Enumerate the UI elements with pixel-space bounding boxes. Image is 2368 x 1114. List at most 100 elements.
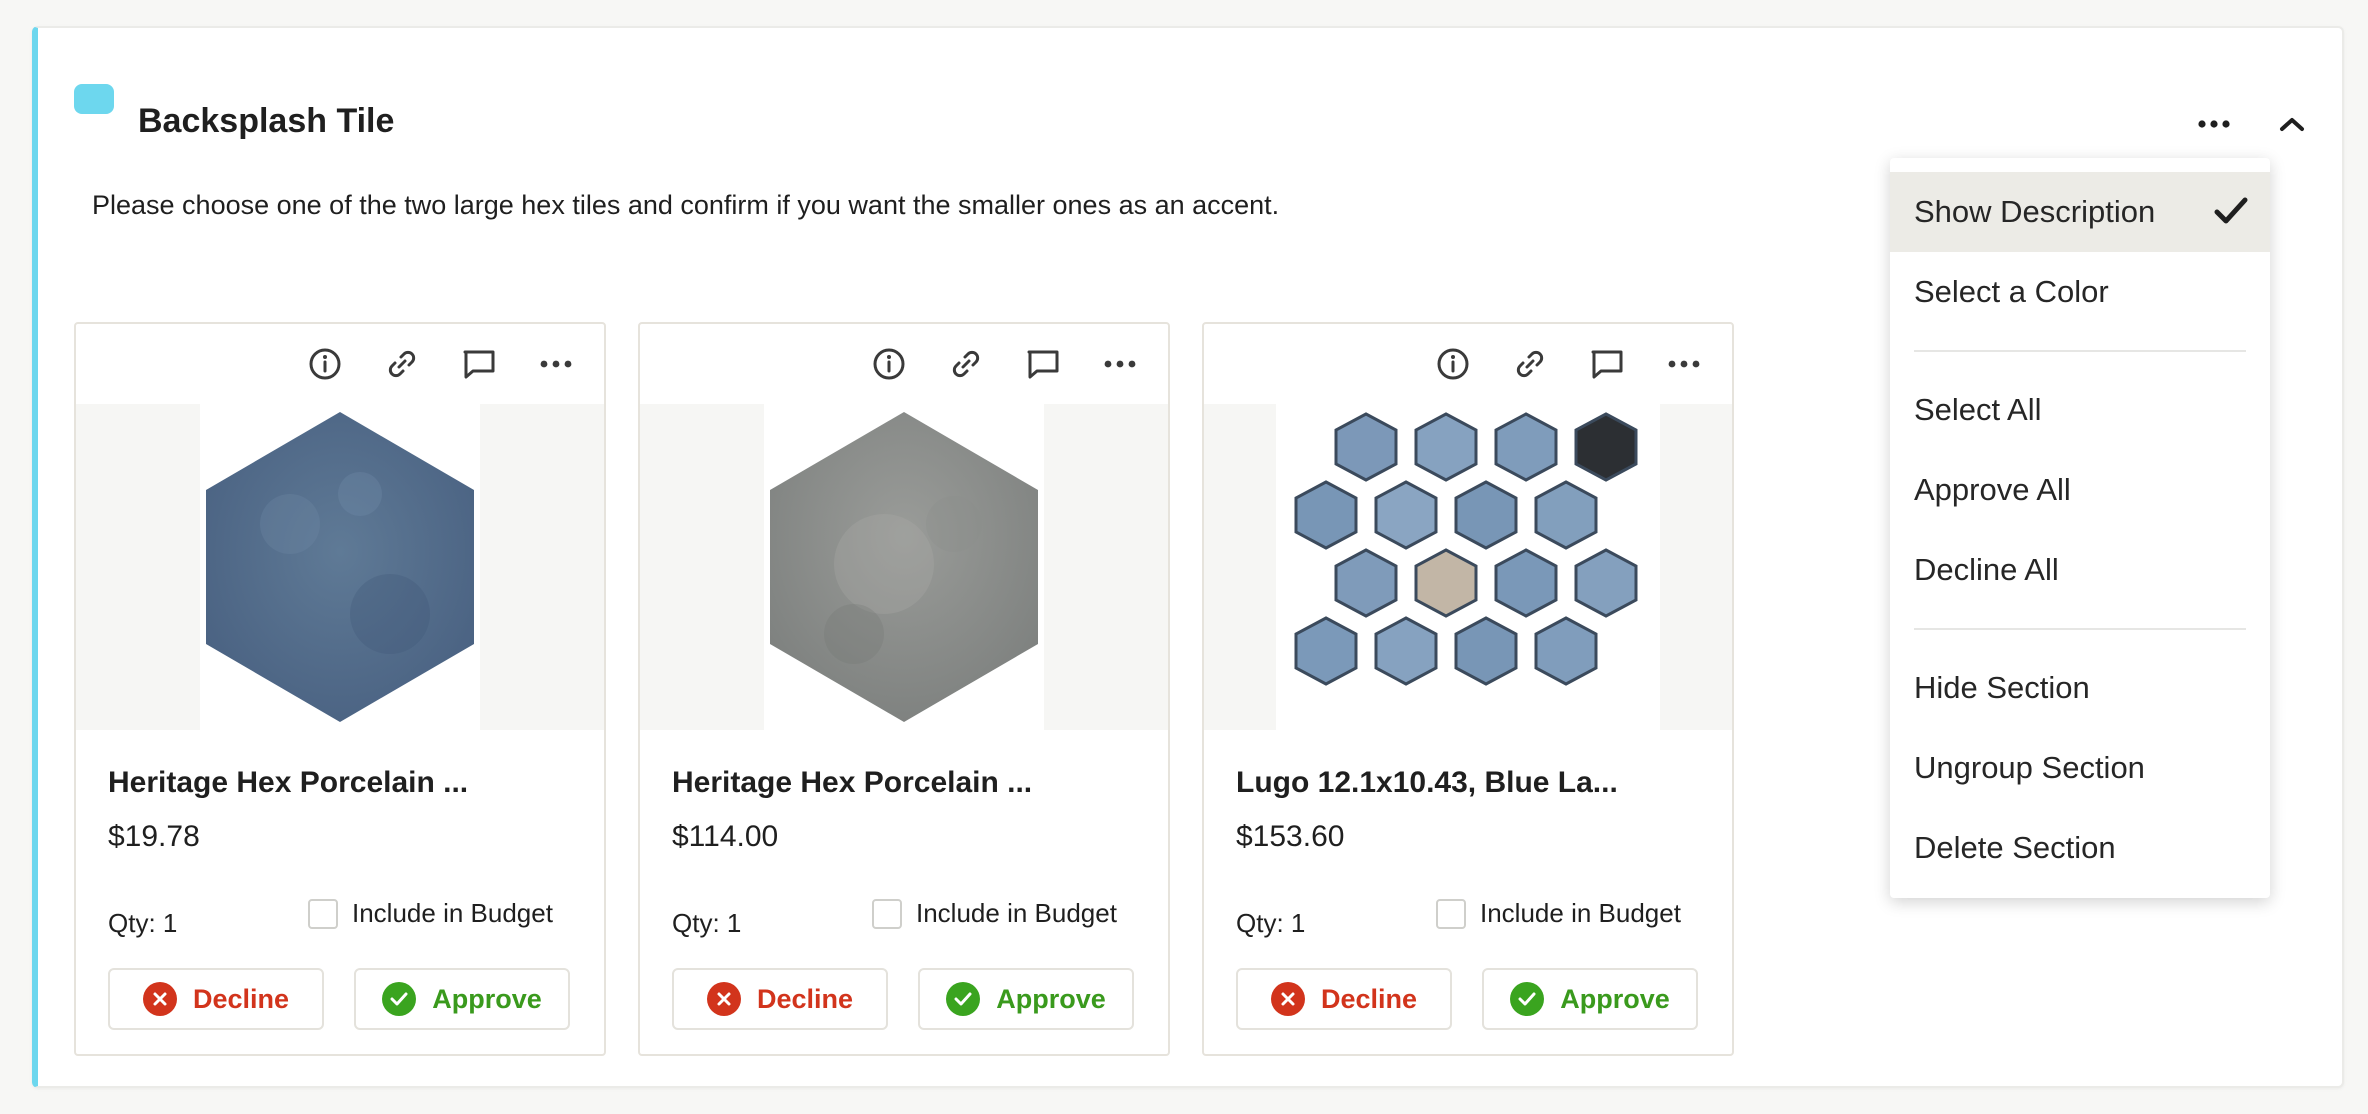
comment-icon xyxy=(1027,350,1058,379)
include-in-budget-label: Include in Budget xyxy=(916,898,1117,928)
approve-check-icon xyxy=(382,982,417,1016)
more-horizontal-icon xyxy=(1104,360,1135,368)
decline-label: Decline xyxy=(1320,983,1418,1014)
section-more-button[interactable] xyxy=(2182,96,2246,152)
menu-item-label: Select All xyxy=(1914,392,2042,427)
comment-icon xyxy=(463,350,494,379)
approve-label: Approve xyxy=(1560,983,1670,1014)
link-button[interactable] xyxy=(927,332,1004,396)
product-price: $153.60 xyxy=(1236,820,1345,853)
include-in-budget-checkbox[interactable] xyxy=(872,898,902,929)
include-in-budget-checkbox[interactable] xyxy=(308,898,338,929)
link-icon xyxy=(1516,350,1543,378)
link-button[interactable] xyxy=(363,332,440,396)
product-image xyxy=(764,404,1044,730)
decline-button[interactable]: Decline xyxy=(108,968,324,1030)
menu-item-approve-all[interactable]: Approve All xyxy=(1890,450,2270,530)
product-name[interactable]: Lugo 12.1x10.43, Blue La... xyxy=(1236,766,1618,800)
info-icon xyxy=(1437,348,1468,380)
card-toolbar xyxy=(286,324,604,404)
link-icon xyxy=(952,350,979,378)
product-name[interactable]: Heritage Hex Porcelain ... xyxy=(672,766,1032,800)
menu-item-label: Show Description xyxy=(1914,194,2156,229)
product-qty: Qty: 1 xyxy=(1236,908,1306,938)
info-icon xyxy=(309,348,340,380)
approve-label: Approve xyxy=(432,983,542,1014)
blue-hex-mosaic-tile xyxy=(1294,412,1638,686)
more-horizontal-icon xyxy=(1668,360,1699,368)
product-name[interactable]: Heritage Hex Porcelain ... xyxy=(108,766,468,800)
section-color-swatch[interactable] xyxy=(74,84,114,114)
product-image-area[interactable] xyxy=(1204,404,1732,730)
product-image-area[interactable] xyxy=(76,404,604,730)
card-more-button[interactable] xyxy=(1081,332,1158,396)
menu-item-delete-section[interactable]: Delete Section xyxy=(1890,808,2270,888)
chevron-up-icon xyxy=(2280,118,2304,131)
approve-label: Approve xyxy=(996,983,1106,1014)
decline-x-icon xyxy=(142,982,177,1016)
menu-item-label: Approve All xyxy=(1914,472,2071,507)
include-in-budget[interactable]: Include in Budget xyxy=(872,898,1117,929)
approve-button[interactable]: Approve xyxy=(354,968,570,1030)
menu-item-show-description[interactable]: Show Description xyxy=(1890,172,2270,252)
section-title: Backsplash Tile xyxy=(138,102,395,140)
approve-button[interactable]: Approve xyxy=(1482,968,1698,1030)
menu-item-label: Ungroup Section xyxy=(1914,750,2145,785)
more-horizontal-icon xyxy=(540,360,571,368)
approve-button[interactable]: Approve xyxy=(918,968,1134,1030)
decline-x-icon xyxy=(1270,982,1305,1016)
section-description: Please choose one of the two large hex t… xyxy=(92,190,1280,220)
comment-button[interactable] xyxy=(1568,332,1645,396)
menu-item-label: Select a Color xyxy=(1914,274,2109,309)
menu-item-label: Hide Section xyxy=(1914,670,2090,705)
approve-check-icon xyxy=(1510,982,1545,1016)
product-image-area[interactable] xyxy=(640,404,1168,730)
info-button[interactable] xyxy=(1414,332,1491,396)
link-icon xyxy=(388,350,415,378)
menu-divider xyxy=(1914,628,2246,630)
section-options-menu: Show Description Select a Color Select A… xyxy=(1890,158,2270,898)
card-toolbar xyxy=(1414,324,1732,404)
comment-button[interactable] xyxy=(440,332,517,396)
product-card: Heritage Hex Porcelain ... $114.00 Qty: … xyxy=(638,322,1170,1056)
product-image xyxy=(1276,404,1660,730)
card-toolbar xyxy=(850,324,1168,404)
product-price: $114.00 xyxy=(672,820,779,853)
approve-check-icon xyxy=(946,982,981,1016)
product-price: $19.78 xyxy=(108,820,200,853)
section-backsplash-tile: Backsplash Tile Please choose one of the… xyxy=(32,26,2344,1088)
menu-item-label: Decline All xyxy=(1914,552,2059,587)
link-button[interactable] xyxy=(1491,332,1568,396)
include-in-budget-label: Include in Budget xyxy=(352,898,553,928)
menu-item-select-all[interactable]: Select All xyxy=(1890,370,2270,450)
comment-icon xyxy=(1591,350,1622,379)
menu-item-label: Delete Section xyxy=(1914,830,2116,865)
info-button[interactable] xyxy=(286,332,363,396)
menu-item-decline-all[interactable]: Decline All xyxy=(1890,530,2270,610)
decline-label: Decline xyxy=(756,983,854,1014)
decline-button[interactable]: Decline xyxy=(672,968,888,1030)
menu-item-ungroup-section[interactable]: Ungroup Section xyxy=(1890,728,2270,808)
checkmark-icon xyxy=(2214,197,2248,224)
section-collapse-button[interactable] xyxy=(2262,96,2322,152)
include-in-budget[interactable]: Include in Budget xyxy=(1436,898,1681,929)
include-in-budget-label: Include in Budget xyxy=(1480,898,1681,928)
product-image xyxy=(200,404,480,730)
info-button[interactable] xyxy=(850,332,927,396)
info-icon xyxy=(873,348,904,380)
card-more-button[interactable] xyxy=(1645,332,1722,396)
decline-x-icon xyxy=(706,982,741,1016)
menu-item-select-a-color[interactable]: Select a Color xyxy=(1890,252,2270,332)
decline-label: Decline xyxy=(192,983,290,1014)
card-more-button[interactable] xyxy=(517,332,594,396)
menu-item-hide-section[interactable]: Hide Section xyxy=(1890,648,2270,728)
product-qty: Qty: 1 xyxy=(108,908,178,938)
include-in-budget[interactable]: Include in Budget xyxy=(308,898,553,929)
decline-button[interactable]: Decline xyxy=(1236,968,1452,1030)
comment-button[interactable] xyxy=(1004,332,1081,396)
product-card: Lugo 12.1x10.43, Blue La... $153.60 Qty:… xyxy=(1202,322,1734,1056)
product-card: Heritage Hex Porcelain ... $19.78 Qty: 1… xyxy=(74,322,606,1056)
more-horizontal-icon xyxy=(2198,120,2230,128)
product-qty: Qty: 1 xyxy=(672,908,742,938)
include-in-budget-checkbox[interactable] xyxy=(1436,898,1466,929)
